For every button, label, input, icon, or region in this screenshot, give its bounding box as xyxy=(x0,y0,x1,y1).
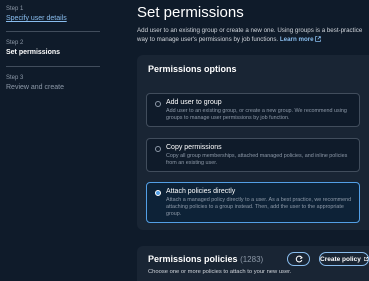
step-current-label: Set permissions xyxy=(6,49,61,56)
step-number: Step 2 xyxy=(6,40,24,46)
refresh-button[interactable] xyxy=(287,252,310,266)
policies-title: Permissions policies (1283) xyxy=(148,254,263,264)
radio-button[interactable] xyxy=(155,101,161,107)
step-future-label: Review and create xyxy=(6,84,64,91)
step-2: Step 2 Set permissions xyxy=(6,40,60,56)
radio-button[interactable] xyxy=(155,146,161,152)
option-copy-permissions[interactable]: Copy permissions Copy all group membersh… xyxy=(146,138,360,172)
create-policy-label: Create policy xyxy=(320,255,361,263)
page-title: Set permissions xyxy=(137,4,244,21)
option-description: Attach a managed policy directly to a us… xyxy=(166,197,352,217)
step-link-specify-user-details[interactable]: Specify user details xyxy=(6,15,67,22)
option-label: Add user to group xyxy=(166,99,222,106)
step-number: Step 3 xyxy=(6,75,24,81)
option-label: Copy permissions xyxy=(166,144,222,151)
main-content: Set permissions Add user to an existing … xyxy=(113,0,369,281)
external-link-icon xyxy=(363,257,368,261)
step-3: Step 3 Review and create xyxy=(6,75,64,91)
policies-count: (1283) xyxy=(240,255,264,264)
external-link-icon xyxy=(315,36,322,42)
option-label: Attach policies directly xyxy=(166,188,236,195)
option-attach-policies-directly[interactable]: Attach policies directly Attach a manage… xyxy=(146,182,360,223)
option-add-user-to-group[interactable]: Add user to group Add user to an existin… xyxy=(146,93,360,127)
learn-more-label: Learn more xyxy=(279,36,314,43)
learn-more-link[interactable]: Learn more xyxy=(279,36,322,43)
step-divider xyxy=(6,66,100,67)
policies-title-text: Permissions policies xyxy=(148,254,238,264)
wizard-steps-sidebar: Step 1 Specify user details Step 2 Set p… xyxy=(0,0,113,281)
policies-subtitle: Choose one or more policies to attach to… xyxy=(148,269,292,275)
permissions-policies-panel: Permissions policies (1283) Choose one o… xyxy=(137,246,369,281)
panel-title: Permissions options xyxy=(148,64,237,74)
permissions-options-panel: Permissions options Add user to group Ad… xyxy=(137,55,369,230)
page-description: Add user to an existing group or create … xyxy=(137,26,369,44)
step-divider xyxy=(6,31,100,32)
step-1: Step 1 Specify user details xyxy=(6,6,67,22)
create-policy-button[interactable]: Create policy xyxy=(319,252,369,266)
description-text: Add user to an existing group or create … xyxy=(137,27,363,43)
option-description: Copy all group memberships, attached man… xyxy=(166,153,348,166)
option-description: Add user to an existing group, or create… xyxy=(166,108,347,121)
refresh-icon xyxy=(295,255,303,263)
step-number: Step 1 xyxy=(6,6,24,12)
radio-button-selected[interactable] xyxy=(155,190,161,196)
